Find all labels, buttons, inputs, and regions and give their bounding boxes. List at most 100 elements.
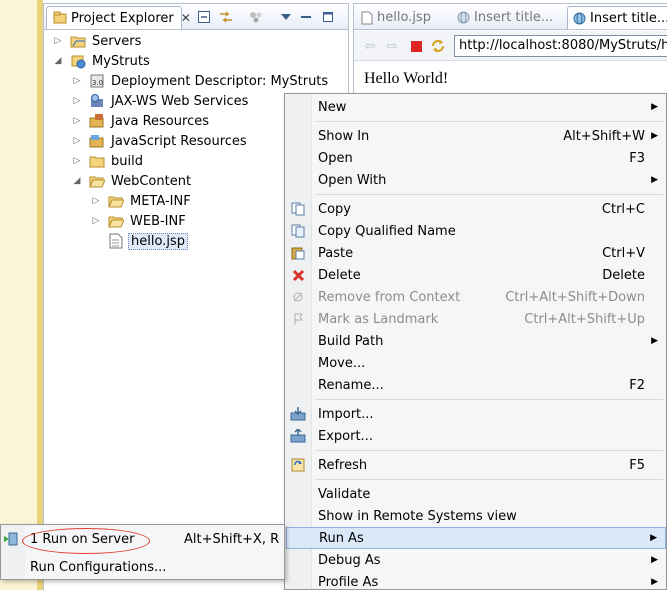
menu-item-debug-as[interactable]: Debug As ▶ — [286, 549, 666, 571]
submenu-arrow-icon: ▶ — [651, 102, 658, 112]
tab-label: Insert title... — [590, 10, 667, 26]
collapse-all-icon[interactable] — [196, 9, 212, 25]
menu-label: Move... — [318, 355, 366, 371]
expand-arrow-icon[interactable]: ▷ — [71, 96, 83, 106]
folder-open-icon — [108, 193, 124, 209]
javascript-resources-icon — [89, 133, 105, 149]
folder-icon — [70, 33, 86, 49]
tree-item-web-inf[interactable]: ▷ WEB-INF — [90, 211, 188, 231]
menu-item-show-in[interactable]: Show In Alt+Shift+W ▶ — [286, 125, 666, 147]
menu-shortcut: Ctrl+Alt+Shift+Up — [524, 311, 645, 327]
menu-item-run-on-server[interactable]: 1 Run on Server Alt+Shift+X, R — [2, 527, 284, 551]
menu-item-copy[interactable]: Copy Ctrl+C — [286, 198, 666, 220]
menu-label: Remove from Context — [318, 289, 461, 305]
tab-project-explorer[interactable]: Project Explorer ✕ — [46, 6, 191, 29]
landmark-icon — [290, 311, 306, 327]
tree-label: MyStruts — [92, 53, 150, 69]
menu-shortcut: Alt+Shift+X, R — [184, 531, 280, 547]
tree-item-java-resources[interactable]: ▷ Java Resources — [71, 111, 211, 131]
jsp-file-icon — [361, 11, 373, 25]
menu-item-copy-qualified-name[interactable]: Copy Qualified Name — [286, 220, 666, 242]
menu-label: Run Configurations... — [30, 559, 167, 575]
menu-item-profile-as[interactable]: Profile As ▶ — [286, 571, 666, 590]
menu-item-paste[interactable]: Paste Ctrl+V — [286, 242, 666, 264]
expand-arrow-icon[interactable]: ▷ — [71, 76, 83, 86]
folder-open-icon — [89, 173, 105, 189]
menu-label: Export... — [318, 428, 373, 444]
menu-item-run-configurations[interactable]: Run Configurations... — [2, 555, 284, 579]
expand-arrow-icon[interactable]: ▷ — [71, 116, 83, 126]
tab-hello-jsp[interactable]: hello.jsp — [356, 6, 436, 29]
link-with-editor-icon[interactable] — [218, 9, 234, 25]
svg-text:3.0: 3.0 — [92, 79, 103, 87]
tab-insert-title-1[interactable]: Insert title... — [452, 6, 558, 29]
view-menu-icon[interactable] — [278, 9, 294, 25]
menu-item-show-in-remote-systems[interactable]: Show in Remote Systems view — [286, 505, 666, 527]
tree-item-webcontent[interactable]: ◢ WebContent — [71, 171, 193, 191]
maximize-icon[interactable] — [320, 9, 336, 25]
tab-label: Project Explorer — [71, 10, 174, 26]
menu-item-new[interactable]: New ▶ — [286, 96, 666, 118]
submenu-arrow-icon: ▶ — [650, 533, 657, 543]
menu-item-validate[interactable]: Validate — [286, 483, 666, 505]
tree-item-mystruts[interactable]: ◢ MyStruts — [52, 51, 152, 71]
menu-label: Copy Qualified Name — [318, 223, 456, 239]
tree-label: WebContent — [111, 173, 192, 189]
menu-item-remove-from-context: Remove from Context Ctrl+Alt+Shift+Down — [286, 286, 666, 308]
tab-label: Insert title... — [474, 10, 554, 25]
expand-arrow-icon[interactable]: ▷ — [71, 136, 83, 146]
menu-item-refresh[interactable]: Refresh F5 — [286, 454, 666, 476]
import-icon — [290, 406, 306, 422]
menu-item-open-with[interactable]: Open With ▶ — [286, 169, 666, 191]
tree-item-hello-jsp[interactable]: hello.jsp — [108, 231, 188, 251]
menu-item-rename[interactable]: Rename... F2 — [286, 374, 666, 396]
collapse-arrow-icon[interactable]: ◢ — [52, 56, 64, 66]
focus-icon[interactable] — [248, 9, 264, 25]
minimize-icon[interactable] — [298, 9, 314, 25]
forward-icon[interactable]: ⇨ — [384, 38, 400, 54]
stop-icon[interactable] — [408, 38, 424, 54]
menu-separator — [315, 450, 663, 451]
back-icon[interactable]: ⇦ — [362, 38, 378, 54]
menu-item-export[interactable]: Export... — [286, 425, 666, 447]
explorer-tabbar: Project Explorer ✕ — [44, 4, 348, 30]
menu-item-import[interactable]: Import... — [286, 403, 666, 425]
refresh-page-icon[interactable] — [430, 38, 446, 54]
menu-item-move[interactable]: Move... — [286, 352, 666, 374]
tree-item-servers[interactable]: ▷ Servers — [52, 31, 143, 51]
tab-insert-title-2[interactable]: Insert title... — [567, 6, 667, 29]
menu-label: Copy — [318, 201, 351, 217]
tree-label: META-INF — [130, 193, 191, 209]
tree-item-jax-ws[interactable]: ▷ JAX-WS Web Services — [71, 91, 250, 111]
expand-arrow-icon[interactable]: ▷ — [52, 36, 64, 46]
menu-item-delete[interactable]: Delete Delete — [286, 264, 666, 286]
expand-arrow-icon[interactable]: ▷ — [90, 196, 102, 206]
close-icon[interactable]: ✕ — [181, 11, 191, 25]
web-project-icon — [70, 53, 86, 69]
project-explorer-icon — [53, 11, 67, 25]
expand-arrow-icon[interactable]: ▷ — [71, 156, 83, 166]
menu-item-run-as[interactable]: Run As ▶ — [286, 527, 666, 549]
web-services-icon — [89, 93, 105, 109]
menu-label: Rename... — [318, 377, 384, 393]
tree-label: Servers — [92, 33, 142, 49]
menu-shortcut: Delete — [602, 267, 645, 283]
tree-item-deployment-descriptor[interactable]: ▷ 3.0 Deployment Descriptor: MyStruts — [71, 71, 330, 91]
menu-label: Run As — [319, 530, 364, 546]
globe-icon — [573, 12, 586, 25]
editor-tabbar: hello.jsp Insert title... Insert title..… — [354, 4, 667, 30]
tab-label: hello.jsp — [377, 10, 431, 25]
tree-item-javascript-resources[interactable]: ▷ JavaScript Resources — [71, 131, 249, 151]
menu-item-build-path[interactable]: Build Path ▶ — [286, 330, 666, 352]
copy-icon — [290, 201, 306, 217]
collapse-arrow-icon[interactable]: ◢ — [71, 176, 83, 186]
menu-shortcut: F5 — [629, 457, 645, 473]
tree-label: JAX-WS Web Services — [111, 93, 249, 109]
tree-item-meta-inf[interactable]: ▷ META-INF — [90, 191, 193, 211]
menu-item-open[interactable]: Open F3 — [286, 147, 666, 169]
expand-arrow-icon[interactable]: ▷ — [90, 216, 102, 226]
menu-label: Validate — [318, 486, 371, 502]
java-resources-icon — [89, 113, 105, 129]
url-input[interactable]: http://localhost:8080/MyStruts/hello.jsp — [454, 35, 667, 57]
tree-item-build[interactable]: ▷ build — [71, 151, 145, 171]
